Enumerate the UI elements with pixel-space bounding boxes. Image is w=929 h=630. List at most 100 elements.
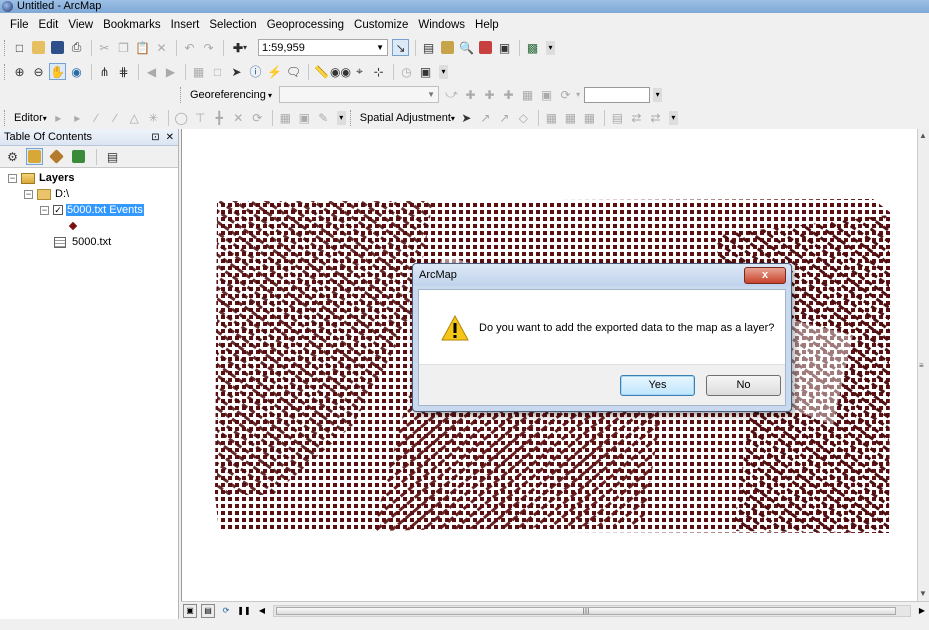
menu-geoprocessing[interactable]: Geoprocessing: [263, 15, 350, 35]
paste-icon[interactable]: 📋: [134, 39, 151, 56]
viewer-icon[interactable]: ▣: [538, 86, 555, 103]
edit-annotation-icon[interactable]: ▸: [69, 109, 86, 126]
tree-row-events-layer[interactable]: − ✓ 5000.txt Events: [0, 202, 178, 218]
identify-icon[interactable]: ⓘ: [247, 63, 264, 80]
edit-tool-icon[interactable]: ▸: [50, 109, 67, 126]
toolbar-grip[interactable]: [349, 109, 353, 126]
new-displacement-link-icon[interactable]: ↗: [477, 109, 494, 126]
forward-extent-icon[interactable]: ▶: [162, 63, 179, 80]
close-icon[interactable]: ✕: [166, 132, 174, 143]
construction-tools-icon[interactable]: △: [126, 109, 143, 126]
attributes-icon[interactable]: ▦: [277, 109, 294, 126]
attribute-transfer-icon[interactable]: ⇄: [628, 109, 645, 126]
catalog-window-icon[interactable]: [439, 39, 456, 56]
new-document-icon[interactable]: □: [11, 39, 28, 56]
arctoolbox-icon[interactable]: [477, 39, 494, 56]
dialog-title-bar[interactable]: ArcMap x: [413, 264, 791, 286]
toolbar-grip[interactable]: [4, 39, 7, 56]
toolbar-overflow-icon[interactable]: ▾: [336, 110, 346, 125]
no-button[interactable]: No: [706, 375, 781, 396]
fixed-zoom-in-icon[interactable]: ⋔: [96, 63, 113, 80]
georef-layer-combobox[interactable]: ▼: [279, 86, 440, 103]
shift-icon[interactable]: ✚: [462, 86, 479, 103]
list-by-selection-icon[interactable]: [70, 148, 87, 165]
pause-drawing-icon[interactable]: ❚❚: [237, 604, 251, 618]
modify-link-icon[interactable]: ↗: [496, 109, 513, 126]
straight-segment-icon[interactable]: ∕: [88, 109, 105, 126]
model-builder-icon[interactable]: ▩: [524, 39, 541, 56]
search-window-icon[interactable]: 🔍: [458, 39, 475, 56]
create-viewer-window-icon[interactable]: ▣: [417, 63, 434, 80]
editor-menu[interactable]: Editor▾: [11, 112, 50, 124]
menu-file[interactable]: File: [6, 15, 35, 35]
toolbar-overflow-icon[interactable]: ▾: [546, 40, 555, 55]
clear-selection-icon[interactable]: □: [209, 63, 226, 80]
rotate-feature-icon[interactable]: ⟳: [249, 109, 266, 126]
measure-icon[interactable]: 📏: [313, 63, 330, 80]
undo-icon[interactable]: ↶: [181, 39, 198, 56]
chevron-down-icon[interactable]: ▾: [576, 90, 580, 99]
toolbar-overflow-icon[interactable]: ▾: [668, 110, 678, 125]
reshape-icon[interactable]: ⊤: [192, 109, 209, 126]
list-by-visibility-icon[interactable]: [48, 148, 65, 165]
menu-help[interactable]: Help: [471, 15, 505, 35]
print-icon[interactable]: ⎙: [68, 39, 85, 56]
add-data-icon[interactable]: ✚ ▾: [228, 39, 252, 56]
back-extent-icon[interactable]: ◀: [143, 63, 160, 80]
endpoint-arc-icon[interactable]: ∕: [107, 109, 124, 126]
zoom-in-icon[interactable]: ⊕: [11, 63, 28, 80]
find-route-icon[interactable]: ⌖: [351, 63, 368, 80]
scroll-grip-icon[interactable]: ≡: [919, 361, 924, 370]
scroll-down-icon[interactable]: ▼: [919, 589, 927, 598]
pan-hand-icon[interactable]: ✋: [49, 63, 66, 80]
control-points-icon[interactable]: ✚: [500, 86, 517, 103]
collapse-icon[interactable]: −: [8, 173, 17, 183]
toolbar-grip[interactable]: [4, 63, 7, 80]
redo-icon[interactable]: ↷: [200, 39, 217, 56]
layout-view-icon[interactable]: ▤: [201, 603, 215, 618]
edit-vertices-icon[interactable]: ◯: [173, 109, 190, 126]
scroll-right-icon[interactable]: ▶: [915, 604, 929, 618]
auto-adjust-icon[interactable]: ⟳: [557, 86, 574, 103]
rotate-icon[interactable]: ⤻: [443, 86, 460, 103]
tree-row-layer-symbol[interactable]: [0, 218, 178, 234]
html-popup-icon[interactable]: 🗨: [285, 63, 302, 80]
copy-icon[interactable]: ❐: [115, 39, 132, 56]
open-folder-icon[interactable]: [30, 39, 47, 56]
view-link-table-icon[interactable]: ▤: [609, 109, 626, 126]
menu-insert[interactable]: Insert: [167, 15, 206, 35]
multiple-displacement-links-icon[interactable]: ◇: [515, 109, 532, 126]
menu-bookmarks[interactable]: Bookmarks: [99, 15, 167, 35]
layer-visibility-checkbox[interactable]: ✓: [53, 205, 63, 215]
spatial-adjustment-menu[interactable]: Spatial Adjustment▾: [357, 112, 458, 124]
tree-row-table[interactable]: 5000.txt: [0, 234, 178, 250]
edge-match-icon[interactable]: ⇄: [647, 109, 664, 126]
time-slider-icon[interactable]: ◷: [398, 63, 415, 80]
menu-windows[interactable]: Windows: [414, 15, 471, 35]
events-layer-label[interactable]: 5000.txt Events: [66, 204, 144, 216]
pin-icon[interactable]: ⊡: [151, 132, 159, 143]
georeferencing-menu[interactable]: Georeferencing ▾: [187, 89, 275, 101]
list-by-source-icon[interactable]: [26, 148, 43, 165]
data-view-icon[interactable]: ▣: [183, 603, 197, 618]
new-identity-link-icon[interactable]: ▦: [543, 109, 560, 126]
dialog-close-button[interactable]: x: [744, 266, 786, 284]
cut-icon[interactable]: ✂: [96, 39, 113, 56]
toolbar-overflow-icon[interactable]: ▾: [439, 64, 448, 79]
table-of-contents-icon[interactable]: ▤: [420, 39, 437, 56]
list-by-drawing-order-icon[interactable]: ⚙: [4, 148, 21, 165]
save-icon[interactable]: [49, 39, 66, 56]
toolbar-grip[interactable]: [180, 86, 183, 103]
collapse-icon[interactable]: −: [40, 205, 49, 215]
menu-view[interactable]: View: [64, 15, 99, 35]
toolbar-grip[interactable]: [4, 109, 7, 126]
georef-text-field[interactable]: [584, 86, 651, 103]
scroll-track[interactable]: III: [273, 604, 911, 617]
python-window-icon[interactable]: ▣: [496, 39, 513, 56]
scroll-left-icon[interactable]: ◀: [255, 604, 269, 618]
toolbar-overflow-icon[interactable]: ▾: [653, 87, 663, 102]
delete-icon[interactable]: ✕: [153, 39, 170, 56]
full-extent-globe-icon[interactable]: ◉: [68, 63, 85, 80]
add-control-points-icon[interactable]: ✚: [481, 86, 498, 103]
menu-customize[interactable]: Customize: [350, 15, 414, 35]
